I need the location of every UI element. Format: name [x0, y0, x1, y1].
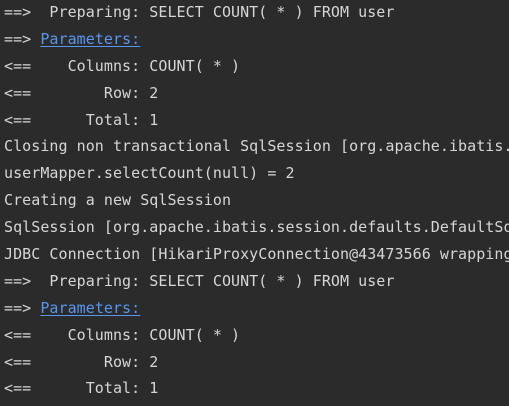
log-line-total: <== Total: 1: [4, 379, 159, 398]
log-line-columns: <== Columns: COUNT( * ): [4, 325, 241, 344]
log-line-closing-session: Closing non transactional SqlSession [or…: [4, 137, 509, 156]
log-prefix: ==>: [4, 29, 41, 48]
log-line-parameters: ==> Parameters:: [0, 295, 509, 322]
log-line-row: <== Row: 2: [4, 352, 159, 371]
log-line-jdbc-connection: JDBC Connection [HikariProxyConnection@4…: [4, 245, 509, 264]
log-line-select-count-result: userMapper.selectCount(null) = 2: [4, 164, 295, 183]
log-line-preparing: ==> Preparing: SELECT COUNT( * ) FROM us…: [4, 3, 395, 21]
log-line-total: <== Total: 1: [4, 110, 159, 129]
log-line-row: <== Row: 2: [4, 83, 159, 102]
log-line-creating-session: Creating a new SqlSession: [4, 191, 232, 210]
log-line-parameters: ==> Parameters:: [0, 26, 509, 53]
log-line-columns: <== Columns: COUNT( * ): [4, 56, 241, 75]
parameters-link[interactable]: Parameters:: [40, 299, 140, 317]
log-prefix: ==>: [4, 298, 41, 317]
log-line-preparing: ==> Preparing: SELECT COUNT( * ) FROM us…: [4, 271, 395, 290]
log-line-sqlsession: SqlSession [org.apache.ibatis.session.de…: [4, 218, 509, 237]
parameters-link[interactable]: Parameters:: [40, 30, 140, 48]
console-output[interactable]: ==> Preparing: SELECT COUNT( * ) FROM us…: [0, 0, 509, 406]
